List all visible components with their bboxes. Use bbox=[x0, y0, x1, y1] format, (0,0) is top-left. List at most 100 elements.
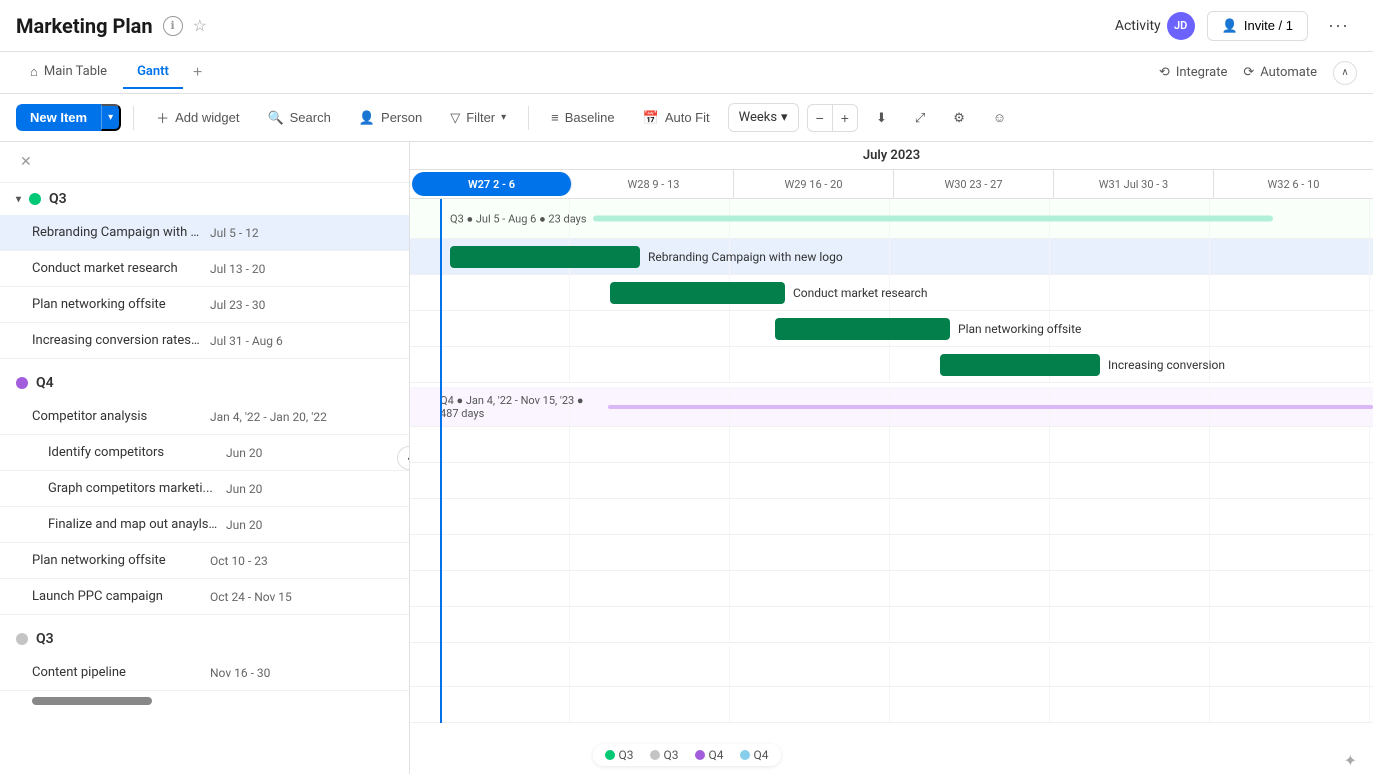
gantt-cell bbox=[570, 647, 730, 686]
group-header-q3-green[interactable]: ▾ Q3 bbox=[0, 183, 409, 215]
automate-button[interactable]: ⟳ Automate bbox=[1243, 65, 1317, 80]
group-label-q3-gray: Q3 bbox=[36, 631, 54, 647]
gantt-cell bbox=[890, 427, 1050, 462]
gantt-cell bbox=[410, 427, 570, 462]
task-row-competitor-analysis[interactable]: Competitor analysis Jan 4, '22 - Jan 20,… bbox=[0, 399, 409, 435]
gantt-row-ppc bbox=[410, 607, 1373, 643]
integrate-icon: ⟲ bbox=[1159, 65, 1170, 80]
rebranding-bar-label: Rebranding Campaign with new logo bbox=[648, 250, 843, 264]
integrate-label: Integrate bbox=[1176, 65, 1228, 80]
market-research-bar bbox=[610, 282, 785, 304]
tab-main-table[interactable]: ⌂ Main Table bbox=[16, 56, 121, 90]
weeks-select[interactable]: Weeks ▾ bbox=[728, 103, 799, 132]
integrate-button[interactable]: ⟲ Integrate bbox=[1159, 65, 1227, 80]
emoji-icon: ☺ bbox=[993, 110, 1006, 125]
networking-bar bbox=[775, 318, 950, 340]
month-row: July 2023 bbox=[410, 142, 1373, 170]
add-widget-button[interactable]: ＋ Add widget bbox=[146, 102, 249, 133]
gantt-cell bbox=[890, 647, 1050, 686]
zoom-in-button[interactable]: + bbox=[833, 104, 858, 132]
task-row-networking-offsite-q3[interactable]: Plan networking offsite Jul 23 - 30 bbox=[0, 287, 409, 323]
task-row-graph-competitors[interactable]: Graph competitors marketi... Jun 20 bbox=[0, 471, 409, 507]
gantt-cell bbox=[730, 463, 890, 498]
gantt-cell bbox=[570, 347, 730, 382]
emoji-button[interactable]: ☺ bbox=[983, 104, 1016, 131]
task-row-market-research[interactable]: Conduct market research Jul 13 - 20 bbox=[0, 251, 409, 287]
gantt-cell bbox=[570, 607, 730, 642]
task-name: Plan networking offsite bbox=[32, 553, 202, 568]
gantt-row-networking-q4 bbox=[410, 571, 1373, 607]
week-cell: W31 Jul 30 - 3 bbox=[1054, 170, 1214, 198]
app-header: Marketing Plan ℹ ☆ Activity JD 👤 Invite … bbox=[0, 0, 1373, 52]
gantt-cell bbox=[890, 463, 1050, 498]
legend-dot-q4-blue bbox=[740, 750, 750, 760]
chevron-down-icon: ▾ bbox=[16, 194, 21, 205]
filter-dropdown-icon: ▾ bbox=[501, 112, 506, 123]
task-dates: Jul 31 - Aug 6 bbox=[210, 334, 283, 348]
gantt-row-networking: Plan networking offsite bbox=[410, 311, 1373, 347]
gantt-cell bbox=[890, 535, 1050, 570]
task-row-networking-q4[interactable]: Plan networking offsite Oct 10 - 23 bbox=[0, 543, 409, 579]
new-item-button[interactable]: New Item bbox=[16, 104, 101, 131]
activity-button[interactable]: Activity JD bbox=[1115, 12, 1195, 40]
gantt-area[interactable]: July 2023 W27 2 - 6W28 9 - 13W29 16 - 20… bbox=[410, 142, 1373, 774]
gantt-cell bbox=[890, 499, 1050, 534]
main-content: ✕ ▾ Q3 Rebranding Campaign with ne... Ju… bbox=[0, 142, 1373, 774]
gantt-cell bbox=[1050, 463, 1210, 498]
group-header-q4[interactable]: Q4 bbox=[0, 367, 409, 399]
group-label-q3-green: Q3 bbox=[49, 191, 67, 207]
gantt-cell bbox=[410, 535, 570, 570]
collapse-button[interactable]: ∧ bbox=[1333, 61, 1357, 85]
add-widget-icon: ＋ bbox=[156, 108, 169, 127]
sparkle-icon: ✦ bbox=[1344, 751, 1357, 770]
star-icon[interactable]: ☆ bbox=[193, 16, 207, 35]
gantt-cell bbox=[1050, 499, 1210, 534]
tab-actions: ⟲ Integrate ⟳ Automate ∧ bbox=[1159, 61, 1357, 85]
settings-button[interactable]: ⚙ bbox=[943, 104, 975, 132]
toolbar: New Item ▾ ＋ Add widget 🔍 Search 👤 Perso… bbox=[0, 94, 1373, 142]
gantt-cell bbox=[410, 647, 570, 686]
task-row-ppc[interactable]: Launch PPC campaign Oct 24 - Nov 15 bbox=[0, 579, 409, 615]
add-tab-button[interactable]: + bbox=[185, 58, 210, 88]
task-row-rebranding[interactable]: Rebranding Campaign with ne... Jul 5 - 1… bbox=[0, 215, 409, 251]
invite-button[interactable]: 👤 Invite / 1 bbox=[1207, 11, 1308, 41]
search-button[interactable]: 🔍 Search bbox=[257, 104, 340, 132]
baseline-button[interactable]: ≡ Baseline bbox=[541, 104, 624, 131]
market-research-bar-label: Conduct market research bbox=[793, 286, 927, 300]
download-icon: ⬇ bbox=[876, 110, 887, 126]
gantt-cell bbox=[570, 463, 730, 498]
gantt-cell bbox=[730, 347, 890, 382]
today-line bbox=[440, 199, 442, 723]
gantt-cell bbox=[890, 239, 1050, 274]
gantt-cell bbox=[1210, 571, 1370, 606]
task-dates: Jun 20 bbox=[226, 446, 262, 460]
expand-button[interactable]: ⤢ bbox=[905, 104, 935, 132]
group-header-q3-gray[interactable]: Q3 bbox=[0, 623, 409, 655]
task-row-identify-competitors[interactable]: Identify competitors Jun 20 bbox=[0, 435, 409, 471]
week-cell: W29 16 - 20 bbox=[734, 170, 894, 198]
task-name: Competitor analysis bbox=[32, 409, 202, 424]
task-row-finalize[interactable]: Finalize and map out anaylsis Jun 20 bbox=[0, 507, 409, 543]
tab-gantt[interactable]: Gantt bbox=[123, 56, 183, 89]
download-button[interactable]: ⬇ bbox=[866, 104, 897, 132]
legend-label-q3-green: Q3 bbox=[619, 748, 634, 762]
task-row-content-pipeline[interactable]: Content pipeline Nov 16 - 30 bbox=[0, 655, 409, 691]
q3-summary-text: Q3 ● Jul 5 - Aug 6 ● 23 days bbox=[450, 212, 587, 225]
gantt-cell bbox=[1050, 607, 1210, 642]
more-options-button[interactable]: ··· bbox=[1320, 11, 1357, 40]
new-item-dropdown[interactable]: ▾ bbox=[101, 104, 121, 131]
person-button[interactable]: 👤 Person bbox=[349, 104, 432, 132]
task-row-conversion[interactable]: Increasing conversion rates o... Jul 31 … bbox=[0, 323, 409, 359]
task-name: Rebranding Campaign with ne... bbox=[32, 225, 202, 240]
auto-fit-button[interactable]: 📅 Auto Fit bbox=[633, 104, 720, 132]
gantt-cell bbox=[730, 427, 890, 462]
zoom-controls: − + bbox=[807, 104, 858, 132]
close-panel-button[interactable]: ✕ bbox=[8, 146, 44, 178]
person-filter-icon: 👤 bbox=[359, 110, 375, 126]
info-icon[interactable]: ℹ bbox=[163, 16, 183, 36]
weeks-dropdown-icon: ▾ bbox=[781, 110, 788, 125]
zoom-out-button[interactable]: − bbox=[807, 104, 833, 132]
auto-fit-icon: 📅 bbox=[643, 110, 659, 126]
legend-item-q4-blue: Q4 bbox=[740, 748, 769, 762]
filter-button[interactable]: ▽ Filter ▾ bbox=[440, 104, 516, 132]
